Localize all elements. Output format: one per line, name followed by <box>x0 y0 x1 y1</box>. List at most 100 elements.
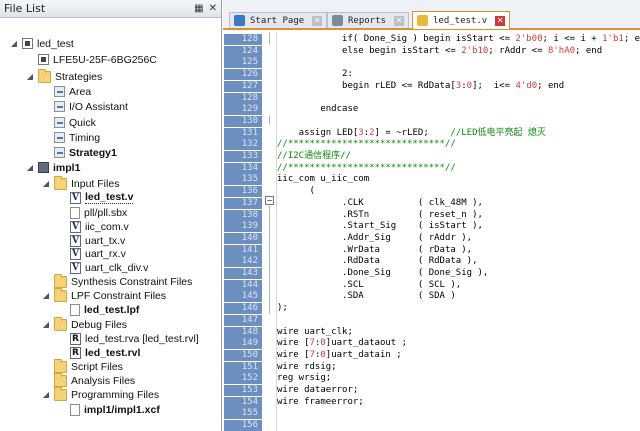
expander-icon[interactable]: ◢ <box>26 72 34 81</box>
line-number: 140 <box>224 232 262 244</box>
code-token: .RdData ( RdData ), <box>277 256 478 267</box>
line-number: 145 <box>224 291 262 303</box>
code-line: wire rdsig; <box>277 362 337 373</box>
tree-item[interactable]: Vuart_clk_div.v <box>70 260 148 275</box>
folder-icon <box>38 68 51 83</box>
code-token: begin rLED <= RdData[ <box>277 80 456 91</box>
code-token: ; i <= i + <box>542 34 603 44</box>
tree-item[interactable]: Rled_test.rvl <box>70 345 140 360</box>
code-line: ); <box>277 303 288 314</box>
tree-item[interactable]: ◢ Debug Files <box>43 316 127 332</box>
tab-label: Start Page <box>250 15 305 26</box>
start-page-icon <box>234 15 245 26</box>
tree-item[interactable]: pll/pll.sbx <box>70 205 127 220</box>
tab-reports[interactable]: Reports ✕ <box>327 12 409 28</box>
tree-item-label: led_test.rva [led_test.rvl] <box>85 332 199 345</box>
tree-item-label: Quick <box>69 116 96 129</box>
tree-item[interactable]: Analysis Files <box>54 372 135 388</box>
tree-item[interactable]: I/O Assistant <box>54 99 128 114</box>
tree-item-label: LFE5U-25F-6BG256C <box>53 53 157 66</box>
tree-item-label: Timing <box>69 131 101 144</box>
verilog-file-icon: V <box>70 191 81 204</box>
tree-item[interactable]: Synthesis Constraint Files <box>54 273 192 289</box>
line-number: 153 <box>224 385 262 396</box>
float-icon[interactable]: ▦ <box>194 3 203 14</box>
implementation-icon <box>38 162 49 173</box>
tree-item[interactable]: Vuart_rx.v <box>70 246 126 261</box>
code-token: .WrData ( rData ), <box>277 244 473 255</box>
device-icon <box>38 54 49 65</box>
code-line: iic_com u_iic_com <box>277 174 369 185</box>
tree-item[interactable]: led_test.lpf <box>70 302 139 317</box>
expander-icon[interactable]: ◢ <box>42 291 50 300</box>
verilog-file-icon <box>417 15 428 26</box>
tree-item[interactable]: ◢ LPF Constraint Files <box>43 287 166 303</box>
tree-item[interactable]: ◢ impl1 <box>27 160 81 175</box>
code-line: .CLK ( clk_48M ), <box>277 198 483 209</box>
expander-icon[interactable]: ◢ <box>42 179 50 188</box>
line-number: 128 <box>224 92 262 104</box>
code-token: wire rdsig; <box>277 361 337 372</box>
tree-item[interactable]: Area <box>54 84 91 99</box>
tab-led-test-v[interactable]: led_test.v ✕ <box>412 11 511 29</box>
fold-line <box>269 116 270 124</box>
code-line: .Start_Sig ( isStart ), <box>277 221 483 232</box>
tab-label: Reports <box>348 15 386 26</box>
file-icon <box>70 206 80 219</box>
tree-item[interactable]: impl1/impl1.xcf <box>70 402 160 417</box>
code-area[interactable]: if( Done_Sig ) begin isStart <= 2'b00; i… <box>277 32 640 431</box>
strategy-icon <box>54 147 65 158</box>
code-line: reg wrsig; <box>277 373 331 384</box>
device-icon <box>22 38 33 49</box>
code-token: ( <box>277 186 315 197</box>
code-token: .Addr_Sig ( rAddr ), <box>277 232 473 243</box>
tree-item[interactable]: LFE5U-25F-6BG256C <box>38 52 157 67</box>
tree-item[interactable]: Script Files <box>54 358 123 374</box>
tree-item[interactable]: ◢ Strategies <box>27 68 102 84</box>
expander-icon[interactable]: ◢ <box>26 163 34 172</box>
code-token: wire [ <box>277 349 310 360</box>
expander-icon[interactable]: ◢ <box>10 39 18 48</box>
tree-item[interactable]: Strategy1 <box>54 145 117 160</box>
verilog-file-icon: V <box>70 220 81 233</box>
code-token: wire [ <box>277 338 310 349</box>
line-number: 150 <box>224 349 262 361</box>
line-number: 131 <box>224 127 262 139</box>
code-token: wire uart_clk; <box>277 326 353 337</box>
tree-item[interactable]: Vled_test.v <box>70 190 134 205</box>
tab-start-page[interactable]: Start Page ✕ <box>229 12 328 28</box>
tree-item[interactable]: Viic_com.v <box>70 219 129 234</box>
line-number: 124 <box>224 45 262 57</box>
file-list-title: File List <box>4 2 46 15</box>
code-line: .SDA ( SDA ) <box>277 291 456 302</box>
tree-item[interactable]: ◢ Programming Files <box>43 386 159 402</box>
code-line: else begin isStart <= 2'b10; rAddr <= 8'… <box>277 46 602 57</box>
tab-close-icon[interactable]: ✕ <box>393 15 404 26</box>
code-token: .CLK ( clk_48M ), <box>277 197 483 208</box>
tree-item[interactable]: Rled_test.rva [led_test.rvl] <box>70 331 199 346</box>
tree-item[interactable]: ◢ Input Files <box>43 175 119 191</box>
strategy-icon <box>54 117 65 128</box>
code-token: ; end <box>537 80 565 91</box>
code-token: //LED低电平亮起 熄灭 <box>450 127 546 138</box>
tree-item-label: iic_com.v <box>85 220 129 233</box>
expander-icon[interactable]: ◢ <box>42 390 50 399</box>
close-icon[interactable]: ✕ <box>209 3 217 14</box>
code-token: .SCL ( SCL ), <box>277 279 462 290</box>
tab-close-icon[interactable]: ✕ <box>495 15 506 26</box>
line-number: 130 <box>224 115 262 127</box>
file-icon <box>70 303 80 316</box>
tree-item-label: led_test.v <box>85 191 134 204</box>
tree-item[interactable]: Timing <box>54 130 100 145</box>
line-number: 141 <box>224 244 262 256</box>
tab-close-icon[interactable]: ✕ <box>312 15 323 26</box>
tree-item[interactable]: ◢ led_test <box>11 36 74 51</box>
tree-item-label: pll/pll.sbx <box>84 206 128 219</box>
code-token: 2'b10 <box>461 45 489 56</box>
expander-icon[interactable]: ◢ <box>42 320 50 329</box>
code-line: //*****************************// <box>277 163 456 174</box>
fold-collapse-icon[interactable]: − <box>265 196 274 205</box>
line-number: 147 <box>224 314 262 326</box>
fold-column: − <box>263 32 277 431</box>
tree-item[interactable]: Quick <box>54 115 96 130</box>
